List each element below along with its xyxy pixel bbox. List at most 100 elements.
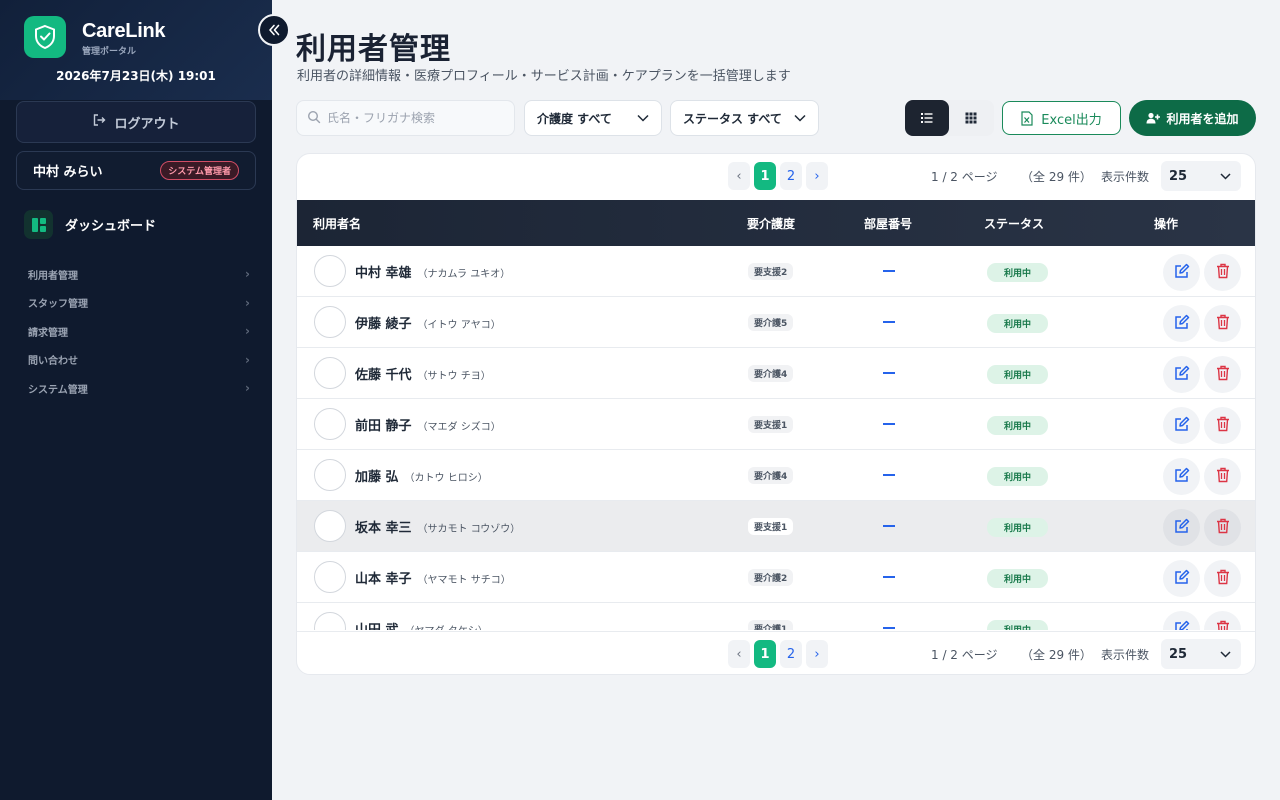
user-name: 佐藤 千代 [355, 368, 412, 383]
room-number-empty [883, 576, 895, 578]
user-name-cell[interactable]: 山本 幸子 （ヤマモト サチコ） [355, 568, 511, 587]
delete-button[interactable] [1204, 305, 1241, 342]
status-badge: 利用中 [987, 365, 1048, 384]
logout-button[interactable]: ログアウト [16, 101, 256, 143]
user-name-cell[interactable]: 加藤 弘 （カトウ ヒロシ） [355, 466, 488, 485]
next-page-button[interactable]: › [806, 162, 828, 190]
per-page-select[interactable]: 25 [1161, 639, 1241, 669]
table-row[interactable]: 佐藤 千代 （サトウ チヨ） 要介護4 利用中 [297, 348, 1255, 399]
user-name: 山田 武 [355, 623, 399, 630]
delete-button[interactable] [1204, 254, 1241, 291]
delete-button[interactable] [1204, 356, 1241, 393]
header-name[interactable]: 利用者名 [313, 215, 361, 232]
page-2-button[interactable]: 2 [780, 162, 802, 190]
sidebar-item-staff[interactable]: スタッフ管理 › [28, 289, 250, 318]
current-datetime: 2026年7月23日(木) 19:01 [56, 69, 216, 83]
collapse-sidebar-button[interactable] [258, 14, 290, 46]
add-user-button[interactable]: 利用者を追加 [1129, 100, 1256, 136]
edit-button[interactable] [1163, 458, 1200, 495]
edit-icon [1174, 518, 1190, 538]
delete-button[interactable] [1204, 611, 1241, 630]
header-care-level[interactable]: 要介護度 [747, 215, 795, 232]
user-name-cell[interactable]: 坂本 幸三 （サカモト コウゾウ） [355, 517, 520, 536]
page-title: 利用者管理 [296, 32, 451, 67]
edit-button[interactable] [1163, 611, 1200, 630]
edit-icon [1174, 467, 1190, 487]
sidebar-item-system[interactable]: システム管理 › [28, 374, 250, 403]
table-row[interactable]: 前田 静子 （マエダ シズコ） 要支援1 利用中 [297, 399, 1255, 450]
brand-name: CareLink [82, 20, 166, 42]
prev-page-button[interactable]: ‹ [728, 162, 750, 190]
edit-button[interactable] [1163, 305, 1200, 342]
per-page-value: 25 [1169, 168, 1188, 184]
pager: ‹ 1 2 › [728, 640, 828, 668]
care-level-badge: 要介護1 [748, 620, 794, 630]
edit-button[interactable] [1163, 560, 1200, 597]
per-page-label: 表示件数 [1101, 170, 1150, 184]
status-badge: 利用中 [987, 314, 1048, 333]
table-row[interactable]: 山本 幸子 （ヤマモト サチコ） 要介護2 利用中 [297, 552, 1255, 603]
per-page-value: 25 [1169, 646, 1188, 662]
header-room[interactable]: 部屋番号 [864, 215, 912, 232]
edit-button[interactable] [1163, 356, 1200, 393]
delete-button[interactable] [1204, 407, 1241, 444]
page-2-button[interactable]: 2 [780, 640, 802, 668]
user-name: 伊藤 綾子 [355, 317, 412, 332]
excel-export-button[interactable]: Excel出力 [1002, 101, 1121, 135]
user-kana: （サカモト コウゾウ） [417, 524, 521, 535]
care-level-badge: 要介護4 [748, 467, 794, 484]
table-row[interactable]: 中村 幸雄 （ナカムラ ユキオ） 要支援2 利用中 [297, 246, 1255, 297]
care-level-badge: 要支援2 [748, 263, 794, 280]
user-name-cell[interactable]: 中村 幸雄 （ナカムラ ユキオ） [355, 262, 510, 281]
shield-check-icon [24, 16, 66, 58]
sidebar-item-inquiries[interactable]: 問い合わせ › [28, 346, 250, 375]
nav-dashboard[interactable]: ダッシュボード [24, 210, 156, 239]
next-page-button[interactable]: › [806, 640, 828, 668]
page-1-button[interactable]: 1 [754, 640, 776, 668]
edit-button[interactable] [1163, 509, 1200, 546]
table-row[interactable]: 加藤 弘 （カトウ ヒロシ） 要介護4 利用中 [297, 450, 1255, 501]
delete-button[interactable] [1204, 560, 1241, 597]
page-1-button[interactable]: 1 [754, 162, 776, 190]
edit-icon [1174, 569, 1190, 589]
brand-subtitle: 管理ポータル [82, 47, 137, 57]
room-number-empty [883, 321, 895, 323]
edit-button[interactable] [1163, 254, 1200, 291]
table-row[interactable]: 坂本 幸三 （サカモト コウゾウ） 要支援1 利用中 [297, 501, 1255, 552]
sidebar: CareLink 管理ポータル 2026年7月23日(木) 19:01 ログアウ… [0, 0, 272, 800]
status-filter[interactable]: ステータス すべて [670, 100, 819, 136]
search-input[interactable] [327, 111, 507, 125]
nav-label: 利用者管理 [28, 270, 78, 282]
grid-view-button[interactable] [949, 100, 993, 136]
user-name-cell[interactable]: 前田 静子 （マエダ シズコ） [355, 415, 501, 434]
header-status[interactable]: ステータス [984, 215, 1044, 232]
user-name-cell[interactable]: 伊藤 綾子 （イトウ アヤコ） [355, 313, 501, 332]
user-kana: （ナカムラ ユキオ） [417, 269, 511, 280]
prev-page-button[interactable]: ‹ [728, 640, 750, 668]
trash-icon [1216, 263, 1230, 283]
user-name: 中村 みらい [33, 165, 103, 180]
sidebar-item-billing[interactable]: 請求管理 › [28, 317, 250, 346]
care-level-filter[interactable]: 介護度 すべて [524, 100, 662, 136]
per-page-select[interactable]: 25 [1161, 161, 1241, 191]
trash-icon [1216, 518, 1230, 538]
delete-button[interactable] [1204, 458, 1241, 495]
status-badge: 利用中 [987, 518, 1048, 537]
dashboard-icon [24, 210, 53, 239]
table-row[interactable]: 伊藤 綾子 （イトウ アヤコ） 要介護5 利用中 [297, 297, 1255, 348]
user-name-cell[interactable]: 佐藤 千代 （サトウ チヨ） [355, 364, 491, 383]
list-view-button[interactable] [905, 100, 949, 136]
edit-button[interactable] [1163, 407, 1200, 444]
sidebar-item-users[interactable]: 利用者管理 › [28, 260, 250, 289]
logout-label: ログアウト [114, 116, 180, 132]
room-number-empty [883, 474, 895, 476]
bottom-pagination: ‹ 1 2 › 1 / 2 ページ （全 29 件） 表示件数 25 [297, 631, 1255, 674]
user-kana: （サトウ チヨ） [417, 371, 491, 382]
delete-button[interactable] [1204, 509, 1241, 546]
page-subtitle: 利用者の詳細情報・医療プロフィール・サービス計画・ケアプランを一括管理します [297, 69, 791, 84]
grid-icon [965, 112, 977, 124]
user-name-cell[interactable]: 山田 武 （ヤマダ タケシ） [355, 619, 488, 630]
per-page-label: 表示件数 [1101, 648, 1150, 662]
chevron-right-icon: › [245, 352, 250, 367]
table-row[interactable]: 山田 武 （ヤマダ タケシ） 要介護1 利用中 [297, 603, 1255, 630]
